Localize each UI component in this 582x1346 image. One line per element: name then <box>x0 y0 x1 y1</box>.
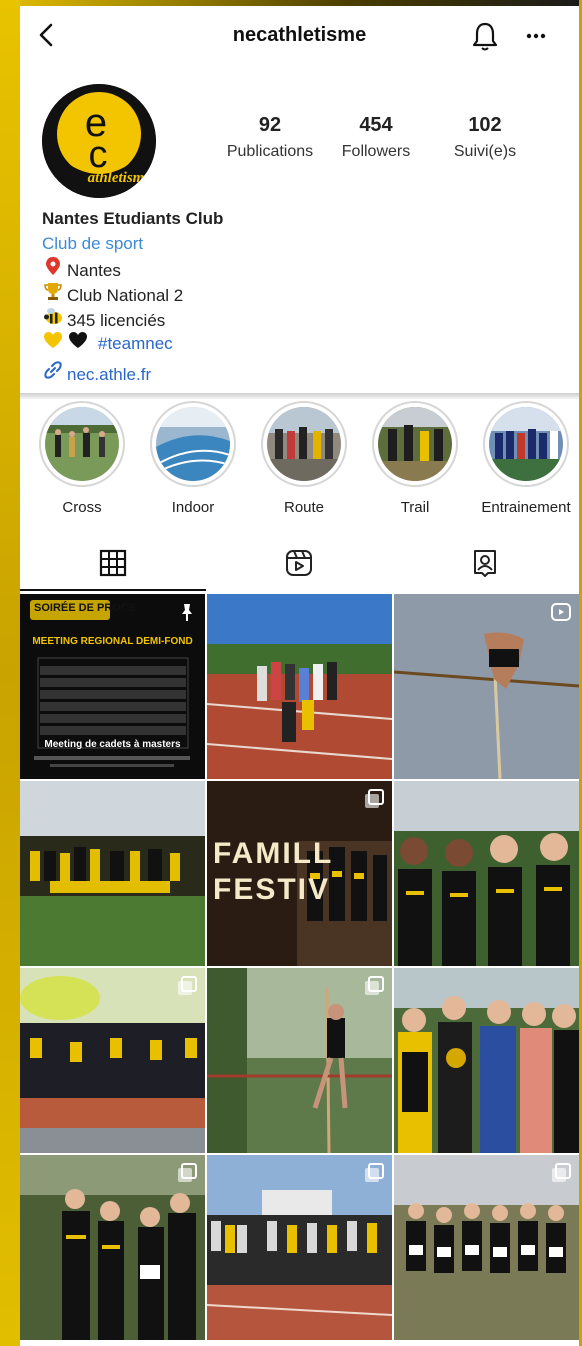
bell-icon[interactable] <box>470 20 500 52</box>
nec-logo: e c athletism <box>42 84 156 198</box>
highlight-cover <box>45 407 119 481</box>
post-vaulter-run[interactable] <box>207 968 392 1153</box>
link-icon <box>42 360 64 387</box>
post-pole-vault[interactable] <box>394 594 579 779</box>
highlight-label: Route <box>283 499 325 516</box>
website-link[interactable]: nec.athle.fr <box>67 365 151 384</box>
highlight-cover <box>378 407 452 481</box>
posts-grid: SOIRÉE DE PROCE MEETING REGIONAL DEMI-FO… <box>20 594 579 1346</box>
reels-icon <box>286 550 312 576</box>
post-athletes-group[interactable] <box>394 781 579 966</box>
carousel-icon <box>365 976 384 995</box>
story-highlights: Cross Indoor Route Trail Entrainement <box>20 401 579 526</box>
stat-value: 102 <box>468 114 502 136</box>
carousel-icon <box>365 789 384 808</box>
post-title: MEETING REGIONAL DEMI-FOND <box>32 636 193 647</box>
highlight-label: Indoor <box>171 499 215 516</box>
pin-icon <box>42 256 64 283</box>
screen-frame-left <box>0 0 20 1346</box>
stat-value: 454 <box>359 114 393 136</box>
bio-location: Nantes <box>42 256 562 281</box>
tab-reels[interactable] <box>206 536 392 591</box>
highlight-label: Entrainement <box>481 499 571 516</box>
profile-avatar[interactable]: e c athletism <box>42 84 156 198</box>
reel-icon <box>551 603 571 621</box>
post-meeting-regional[interactable]: SOIRÉE DE PROCE MEETING REGIONAL DEMI-FO… <box>20 594 205 779</box>
post-trail-group[interactable] <box>20 1155 205 1340</box>
post-badge: SOIRÉE DE PROCE <box>34 602 137 614</box>
post-team-track[interactable] <box>207 594 392 779</box>
post-family-festival[interactable]: FAMILL FESTIV <box>207 781 392 966</box>
following-count[interactable]: 102 Suivi(e)s <box>430 114 540 161</box>
bio-level: Club National 2 <box>42 281 562 306</box>
highlight-label: Trail <box>400 499 430 516</box>
top-bar: necathletisme <box>20 6 579 66</box>
hashtag-link[interactable]: #teamnec <box>98 334 173 353</box>
stat-label: Suivi(e)s <box>453 143 517 160</box>
website-line: nec.athle.fr <box>42 360 562 385</box>
bio-hashtag-line: #teamnec <box>42 331 562 356</box>
tab-tagged[interactable] <box>392 536 578 591</box>
highlight-cover <box>156 407 230 481</box>
post-title-line1: FAMILL <box>213 837 334 870</box>
followers-count[interactable]: 454 Followers <box>321 114 431 161</box>
post-subtitle: Meeting de cadets à masters <box>44 739 181 750</box>
post-cross-lineup[interactable] <box>394 1155 579 1340</box>
highlight-ring <box>483 401 569 487</box>
bee-icon <box>42 306 64 333</box>
profile-bio: Nantes Etudiants Club Club de sport Nant… <box>42 206 562 385</box>
highlight-cross[interactable]: Cross <box>32 401 132 516</box>
highlight-entrainement[interactable]: Entrainement <box>476 401 576 516</box>
post-athletes-medal[interactable] <box>394 968 579 1153</box>
svg-text:athletism: athletism <box>88 170 145 186</box>
profile-stats: 92 Publications 454 Followers 102 Suivi(… <box>215 114 555 174</box>
stat-label: Publications <box>226 143 314 160</box>
trophy-icon <box>42 281 64 308</box>
stat-value: 92 <box>258 114 282 136</box>
carousel-icon <box>178 976 197 995</box>
profile-screen: necathletisme e c athletism 92 Publicati… <box>20 6 579 1346</box>
profile-name: Nantes Etudiants Club <box>42 209 224 228</box>
tab-posts[interactable] <box>20 536 206 591</box>
highlight-cover <box>489 407 563 481</box>
post-title-line2: FESTIV <box>213 873 331 906</box>
more-options-icon[interactable] <box>525 32 547 40</box>
profile-tabs <box>20 536 579 591</box>
pinned-icon <box>182 604 192 621</box>
highlight-ring <box>150 401 236 487</box>
bio-level-text: Club National 2 <box>67 286 184 305</box>
carousel-icon <box>552 1163 571 1182</box>
bio-members-text: 345 licenciés <box>67 311 166 330</box>
bio-location-text: Nantes <box>67 261 121 280</box>
black-heart-icon <box>67 331 89 356</box>
highlight-indoor[interactable]: Indoor <box>143 401 243 516</box>
tagged-icon <box>474 550 496 577</box>
highlight-trail[interactable]: Trail <box>365 401 465 516</box>
carousel-icon <box>365 1163 384 1182</box>
highlight-route[interactable]: Route <box>254 401 354 516</box>
post-team-celebration[interactable] <box>20 781 205 966</box>
section-divider <box>20 393 579 399</box>
highlight-ring <box>261 401 347 487</box>
highlight-cover <box>267 407 341 481</box>
bio-members: 345 licenciés <box>42 306 562 331</box>
publications-count[interactable]: 92 Publications <box>215 114 325 161</box>
highlight-ring <box>39 401 125 487</box>
highlight-label: Cross <box>62 499 102 516</box>
highlight-ring <box>372 401 458 487</box>
stat-label: Followers <box>341 143 411 160</box>
grid-icon <box>99 549 127 577</box>
profile-category[interactable]: Club de sport <box>42 231 562 256</box>
post-smoke-team[interactable] <box>20 968 205 1153</box>
carousel-icon <box>178 1163 197 1182</box>
post-stadium-team[interactable] <box>207 1155 392 1340</box>
yellow-heart-icon <box>42 331 64 356</box>
